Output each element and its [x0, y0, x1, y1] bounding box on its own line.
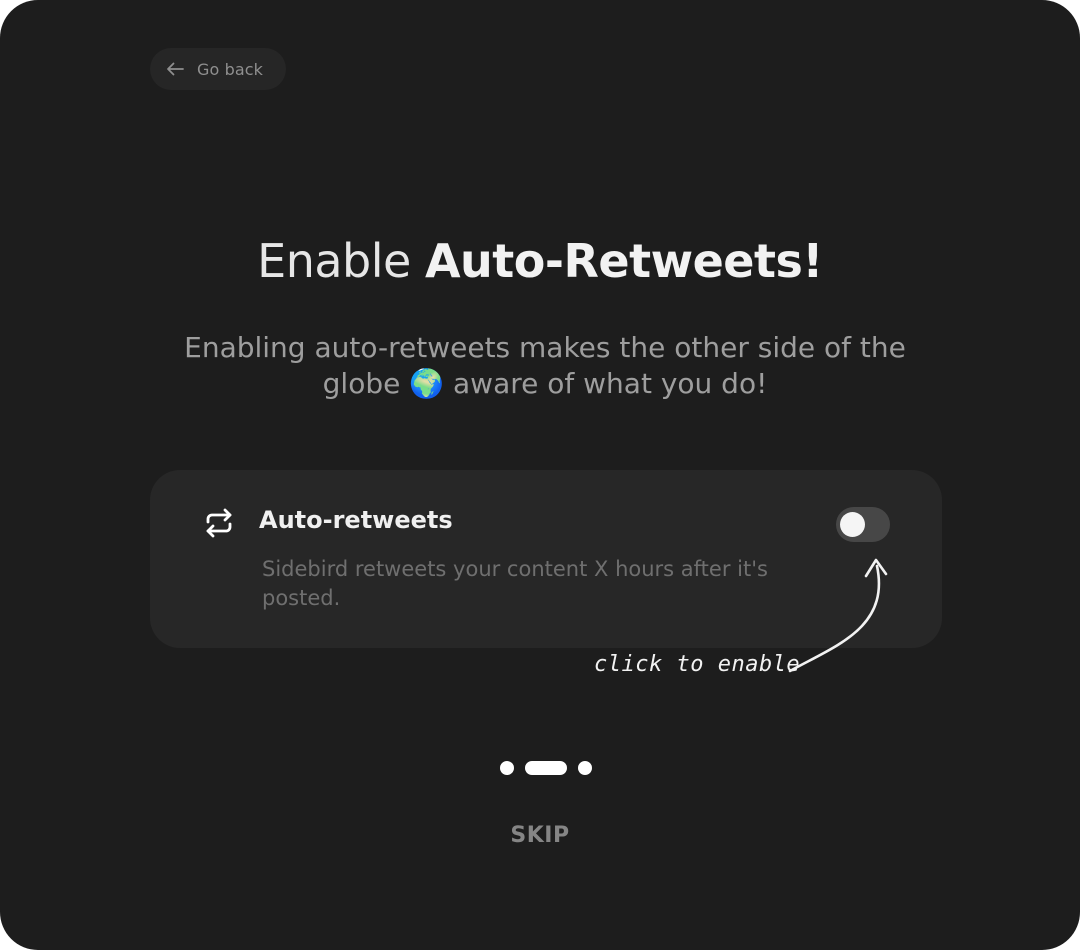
onboarding-window: Go back Enable Auto-Retweets! Enabling a…: [0, 0, 1080, 950]
pagination-dot-3[interactable]: [578, 761, 592, 775]
pagination-dot-2-active[interactable]: [525, 761, 567, 775]
globe-emoji: 🌍: [409, 367, 445, 400]
click-to-enable-annotation: click to enable: [594, 652, 801, 677]
auto-retweets-toggle[interactable]: [836, 507, 890, 542]
go-back-label: Go back: [197, 59, 263, 79]
card-title: Auto-retweets: [259, 506, 453, 534]
subtitle-after: aware of what you do!: [444, 367, 768, 400]
page-subtitle: Enabling auto-retweets makes the other s…: [150, 330, 940, 402]
skip-button[interactable]: SKIP: [0, 823, 1080, 848]
title-prefix: Enable: [257, 234, 425, 288]
page-title: Enable Auto-Retweets!: [0, 234, 1080, 288]
title-bold: Auto-Retweets!: [424, 234, 823, 288]
pagination-dot-1[interactable]: [500, 761, 514, 775]
arrow-left-icon: [167, 62, 184, 76]
repeat-icon: [206, 508, 232, 538]
go-back-button[interactable]: Go back: [150, 48, 286, 90]
toggle-knob: [840, 512, 865, 537]
pagination-dots: [500, 760, 600, 776]
card-description: Sidebird retweets your content X hours a…: [262, 557, 768, 610]
